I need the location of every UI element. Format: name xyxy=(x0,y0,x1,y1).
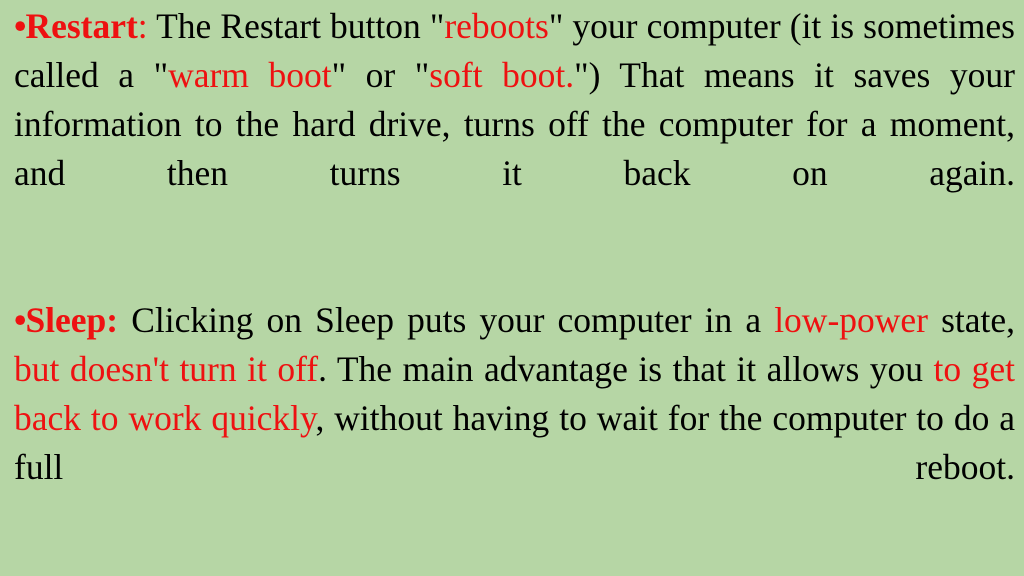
sleep-run-3: state, xyxy=(927,300,1015,340)
restart-run-2-reboots: reboots xyxy=(444,6,549,46)
slide-canvas: •Restart: The Restart button "reboots" y… xyxy=(0,0,1024,576)
bullet-point-icon: • xyxy=(14,300,26,340)
bullet-point-icon: • xyxy=(14,6,26,46)
restart-run-4-warm-boot: warm boot xyxy=(168,55,332,95)
restart-heading: Restart xyxy=(25,6,138,46)
restart-run-1: The Restart button " xyxy=(147,6,445,46)
restart-run-6-soft-boot: soft boot. xyxy=(429,55,575,95)
slide-body: •Restart: The Restart button "reboots" y… xyxy=(14,2,1015,541)
restart-heading-colon: : xyxy=(137,6,148,46)
sleep-run-5: . The main advantage is that it allows y… xyxy=(318,349,934,389)
bullet-paragraph-restart: •Restart: The Restart button "reboots" y… xyxy=(14,2,1015,247)
sleep-run-1: Clicking on Sleep puts your computer in … xyxy=(118,300,775,340)
sleep-run-2-low-power: low-power xyxy=(774,300,928,340)
sleep-heading: Sleep: xyxy=(25,300,119,340)
bullet-paragraph-sleep: •Sleep: Clicking on Sleep puts your comp… xyxy=(14,296,1015,541)
sleep-run-4-but-doesnt-turn-it-off: but doesn't turn it off xyxy=(14,349,319,389)
restart-run-5: " or " xyxy=(331,55,430,95)
